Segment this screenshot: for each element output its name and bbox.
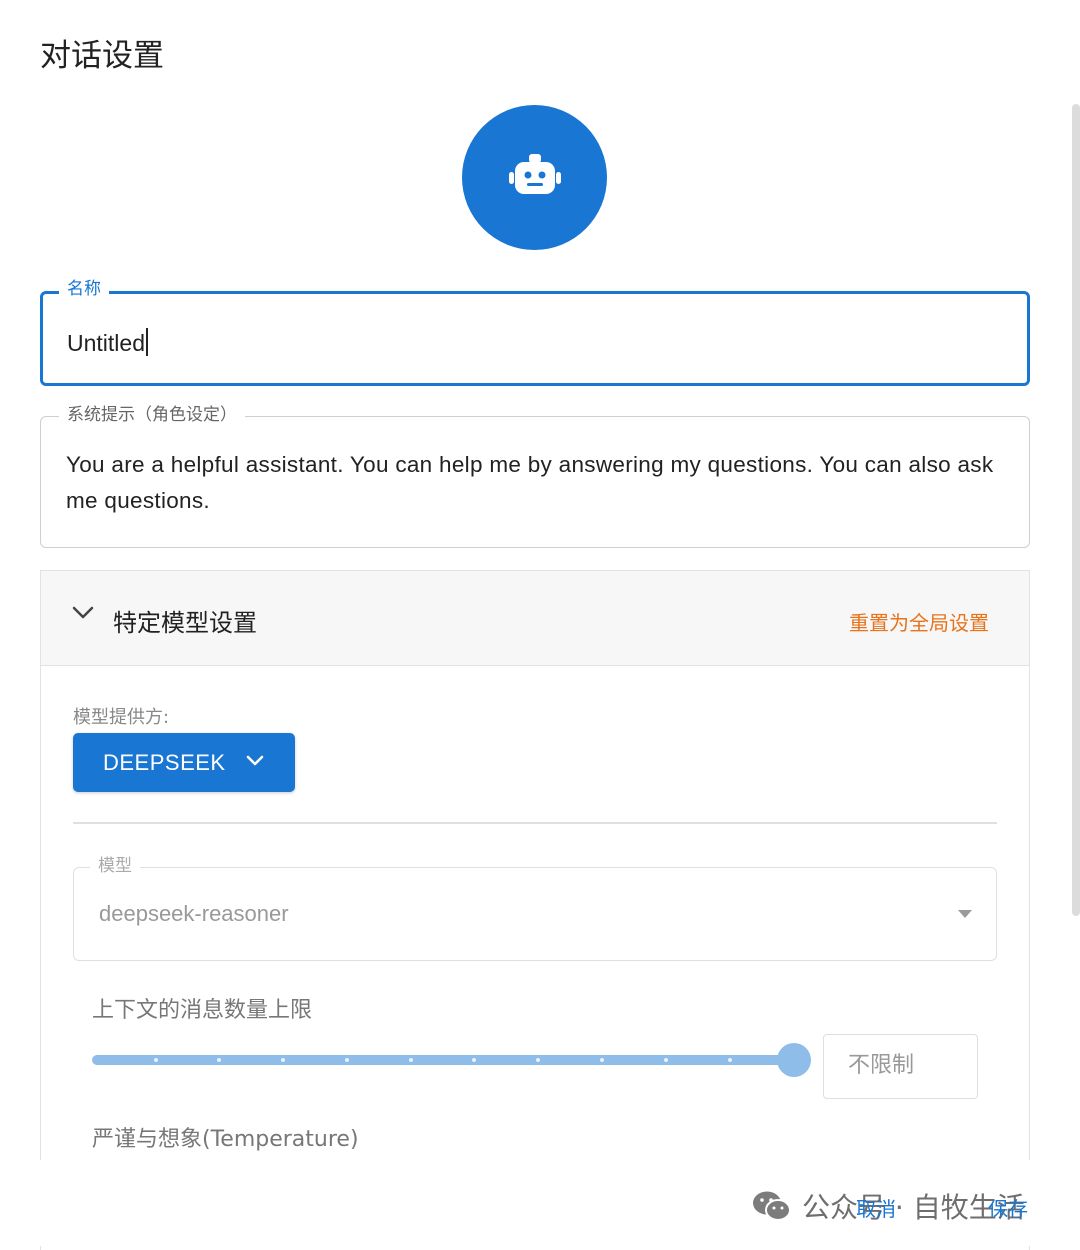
name-field[interactable]: 名称 Untitled: [40, 278, 1030, 386]
reset-to-global-button[interactable]: 重置为全局设置: [849, 607, 989, 636]
slider-tick: [409, 1058, 413, 1062]
model-value: deepseek-reasoner: [99, 901, 289, 926]
slider-tick: [536, 1058, 540, 1062]
chevron-down-icon: [246, 755, 264, 766]
provider-label: 模型提供方:: [73, 707, 170, 728]
slider-tick: [345, 1058, 349, 1062]
text-caret: [145, 328, 148, 356]
save-button[interactable]: 保存: [988, 1193, 1028, 1222]
provider-dropdown-button[interactable]: DEEPSEEK: [73, 733, 295, 792]
scrollbar[interactable]: [1072, 104, 1080, 916]
provider-value: DEEPSEEK: [103, 750, 226, 775]
slider-tick: [728, 1058, 732, 1062]
dropdown-arrow-icon: [958, 910, 972, 918]
slider-thumb[interactable]: [777, 1043, 811, 1077]
slider-tick: [664, 1058, 668, 1062]
context-limit-slider[interactable]: [92, 1055, 794, 1065]
system-prompt-input[interactable]: You are a helpful assistant. You can hel…: [66, 447, 999, 519]
context-limit-value[interactable]: 不限制: [823, 1034, 978, 1099]
wechat-icon: [753, 1191, 791, 1221]
system-prompt-field[interactable]: 系统提示（角色设定） You are a helpful assistant. …: [40, 404, 1030, 548]
model-label: 模型: [90, 855, 140, 877]
model-settings-header[interactable]: 特定模型设置 重置为全局设置: [41, 571, 1029, 666]
temperature-label: 严谨与想象(Temperature): [92, 1127, 359, 1152]
chevron-down-icon[interactable]: [71, 605, 95, 621]
divider: [73, 822, 997, 824]
context-limit-label: 上下文的消息数量上限: [92, 998, 313, 1023]
robot-icon: [508, 153, 561, 194]
slider-tick: [154, 1058, 158, 1062]
name-label: 名称: [59, 278, 109, 300]
slider-tick: [600, 1058, 604, 1062]
slider-tick: [472, 1058, 476, 1062]
system-prompt-label: 系统提示（角色设定）: [59, 404, 245, 426]
model-select[interactable]: 模型 deepseek-reasoner: [73, 855, 997, 961]
slider-tick: [281, 1058, 285, 1062]
cancel-button[interactable]: 取消: [856, 1193, 896, 1222]
model-settings-title: 特定模型设置: [113, 609, 257, 637]
name-input[interactable]: Untitled: [67, 330, 145, 356]
slider-tick: [217, 1058, 221, 1062]
dialog-title: 对话设置: [40, 38, 164, 74]
avatar[interactable]: [462, 105, 607, 250]
